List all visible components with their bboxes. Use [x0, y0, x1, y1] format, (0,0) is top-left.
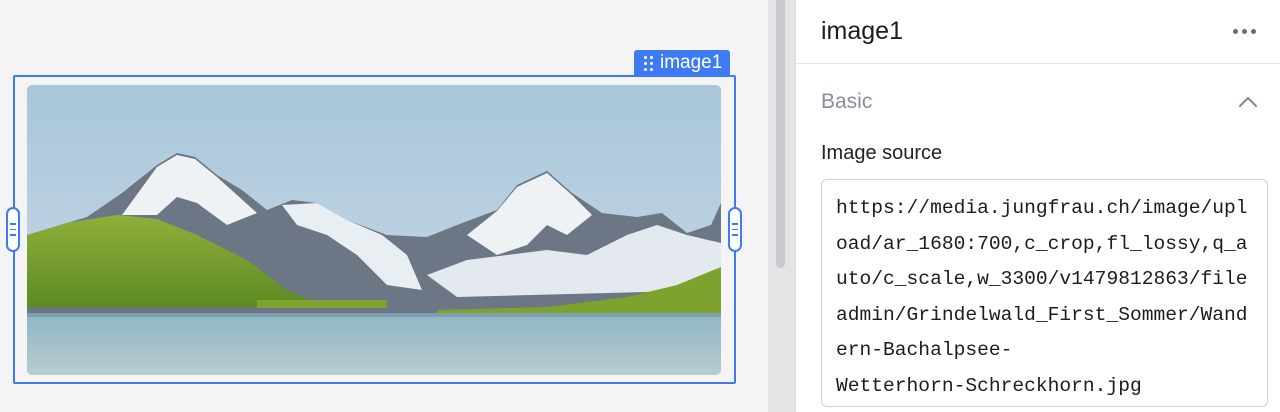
- section-basic-header[interactable]: Basic: [796, 64, 1280, 140]
- chevron-up-icon[interactable]: [1238, 96, 1258, 108]
- inspector-title: image1: [821, 17, 903, 45]
- more-horizontal-icon[interactable]: [1233, 29, 1256, 34]
- resize-handle-right[interactable]: [728, 207, 742, 252]
- image-source-input[interactable]: https://media.jungfrau.ch/image/upload/a…: [821, 179, 1268, 407]
- inspector-header: image1: [796, 0, 1280, 64]
- editor-canvas[interactable]: image1: [0, 0, 768, 412]
- drag-grip-icon[interactable]: [644, 55, 653, 71]
- canvas-scrollbar-thumb[interactable]: [776, 0, 785, 268]
- section-title: Basic: [821, 90, 873, 113]
- component-name-tag[interactable]: image1: [634, 50, 731, 76]
- component-name-label: image1: [660, 52, 723, 73]
- resize-handle-left[interactable]: [6, 207, 20, 252]
- image-source-label: Image source: [821, 142, 943, 164]
- image-preview[interactable]: [27, 85, 721, 375]
- inspector-panel: image1 Basic Image source https://media.…: [796, 0, 1280, 412]
- mountain-lake-image: [27, 85, 721, 375]
